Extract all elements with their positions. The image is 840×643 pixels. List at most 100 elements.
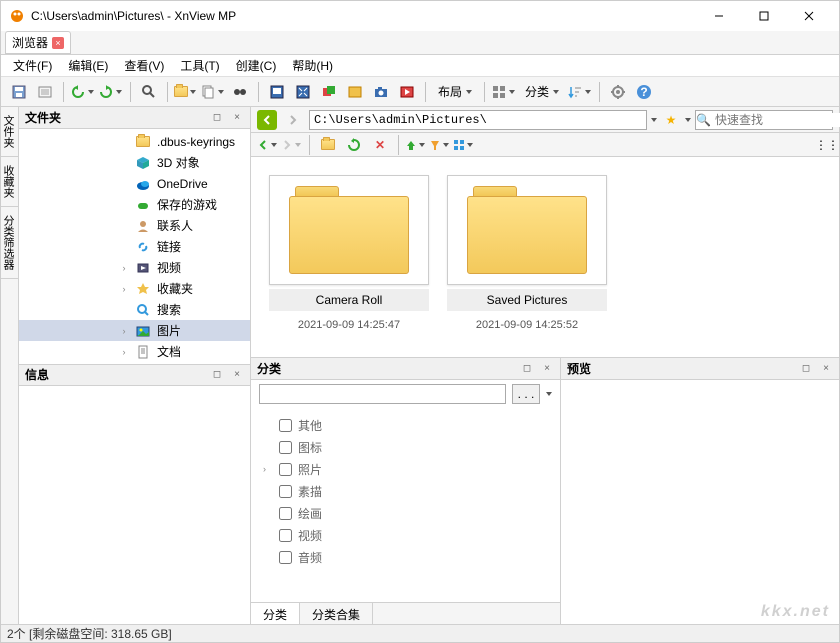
category-item[interactable]: 其他 [263, 414, 548, 436]
fit-window-icon[interactable] [291, 80, 315, 104]
address-dropdown-icon[interactable] [651, 118, 657, 122]
browser-tab[interactable]: 浏览器 × [5, 31, 71, 54]
panel-float-icon[interactable]: ◻ [520, 362, 534, 376]
vtab-category-filter[interactable]: 分类筛选器 [1, 207, 18, 279]
thumbnail-view[interactable]: Camera Roll2021-09-09 14:25:47Saved Pict… [251, 157, 839, 357]
expander-icon[interactable]: › [119, 326, 129, 336]
rotate-right-button[interactable] [98, 80, 124, 104]
thumbnail-item[interactable]: Camera Roll2021-09-09 14:25:47 [269, 175, 429, 335]
thumbnail-view-button[interactable] [453, 133, 475, 157]
slideshow-icon[interactable] [395, 80, 419, 104]
tab-categories[interactable]: 分类 [251, 603, 300, 624]
vtab-filetree[interactable]: 文件夹 [1, 107, 18, 157]
menu-file[interactable]: 文件(F) [5, 55, 60, 76]
nav-up-button[interactable] [405, 133, 427, 157]
expander-icon[interactable]: › [119, 347, 129, 357]
thumbnail-item[interactable]: Saved Pictures2021-09-09 14:25:52 [447, 175, 607, 335]
tab-category-sets[interactable]: 分类合集 [300, 603, 373, 624]
quick-search[interactable]: 🔍 [695, 110, 833, 130]
panel-close-icon[interactable]: × [230, 111, 244, 125]
menu-view[interactable]: 查看(V) [116, 55, 172, 76]
expander-icon[interactable]: › [119, 263, 129, 273]
category-item[interactable]: 绘画 [263, 502, 548, 524]
tree-item[interactable]: 链接 [19, 236, 250, 257]
tree-item[interactable]: ›视频 [19, 257, 250, 278]
categories-dropdown[interactable]: 分类 [519, 80, 565, 104]
menu-help[interactable]: 帮助(H) [284, 55, 341, 76]
svg-text:?: ? [640, 85, 647, 99]
panel-float-icon[interactable]: ◻ [799, 362, 813, 376]
tree-item-label: 保存的游戏 [157, 196, 217, 213]
category-input[interactable] [259, 384, 506, 404]
category-checkbox[interactable] [279, 441, 292, 454]
layout-dropdown[interactable]: 布局 [432, 80, 478, 104]
tag-icon[interactable] [343, 80, 367, 104]
folder-tree[interactable]: .dbus-keyrings3D 对象OneDrive 保存的游戏联系人链接›视频… [19, 129, 250, 364]
tree-item[interactable]: 联系人 [19, 215, 250, 236]
minimize-button[interactable] [696, 2, 741, 30]
tree-item[interactable]: ›收藏夹 [19, 278, 250, 299]
sort-button[interactable] [567, 80, 593, 104]
copy-button[interactable] [200, 80, 226, 104]
expander-icon[interactable]: › [263, 464, 273, 474]
scroll-handle-icon[interactable]: ⋮⋮ [821, 133, 833, 157]
category-item[interactable]: 视频 [263, 524, 548, 546]
tree-item[interactable]: ›图片 [19, 320, 250, 341]
tree-item[interactable]: ›文档 [19, 341, 250, 362]
find-icon[interactable] [137, 80, 161, 104]
expander-icon[interactable]: › [119, 284, 129, 294]
category-item[interactable]: 音频 [263, 546, 548, 568]
refresh-icon[interactable] [342, 133, 366, 157]
panel-close-icon[interactable]: × [540, 362, 554, 376]
category-dropdown-icon[interactable] [546, 392, 552, 396]
tree-item[interactable]: OneDrive [19, 173, 250, 194]
category-checkbox[interactable] [279, 529, 292, 542]
category-more-button[interactable]: . . . [512, 384, 540, 404]
open-folder-button[interactable] [174, 80, 198, 104]
maximize-button[interactable] [741, 2, 786, 30]
panel-float-icon[interactable]: ◻ [210, 111, 224, 125]
settings-icon[interactable] [606, 80, 630, 104]
tree-item[interactable]: 保存的游戏 [19, 194, 250, 215]
category-item[interactable]: ›照片 [263, 458, 548, 480]
category-checkbox[interactable] [279, 485, 292, 498]
tab-close-icon[interactable]: × [52, 37, 64, 49]
nav-back-small[interactable] [257, 133, 279, 157]
fit-screen-icon[interactable] [33, 80, 57, 104]
panel-float-icon[interactable]: ◻ [210, 368, 224, 382]
menu-edit[interactable]: 编辑(E) [60, 55, 116, 76]
category-checkbox[interactable] [279, 419, 292, 432]
panel-close-icon[interactable]: × [819, 362, 833, 376]
category-checkbox[interactable] [279, 551, 292, 564]
search-input[interactable] [711, 113, 840, 127]
binoculars-icon[interactable] [228, 80, 252, 104]
fullscreen-icon[interactable] [265, 80, 289, 104]
category-checkbox[interactable] [279, 463, 292, 476]
category-checkbox[interactable] [279, 507, 292, 520]
favorite-star-icon[interactable]: ★ [661, 110, 681, 130]
batch-convert-icon[interactable] [317, 80, 341, 104]
panel-close-icon[interactable]: × [230, 368, 244, 382]
delete-icon[interactable]: ✕ [368, 133, 392, 157]
help-icon[interactable]: ? [632, 80, 656, 104]
tree-item[interactable]: 搜索 [19, 299, 250, 320]
nav-forward-button[interactable] [281, 108, 305, 132]
tree-item[interactable]: .dbus-keyrings [19, 131, 250, 152]
new-folder-icon[interactable] [316, 133, 340, 157]
menu-create[interactable]: 创建(C) [228, 55, 285, 76]
nav-forward-small[interactable] [281, 133, 303, 157]
vtab-favorites[interactable]: 收藏夹 [1, 157, 18, 207]
filter-button[interactable] [429, 133, 451, 157]
address-input[interactable] [309, 110, 647, 130]
view-mode-button[interactable] [491, 80, 517, 104]
close-button[interactable] [786, 2, 831, 30]
category-item[interactable]: 图标 [263, 436, 548, 458]
save-icon[interactable] [7, 80, 31, 104]
menu-tool[interactable]: 工具(T) [172, 55, 227, 76]
category-item[interactable]: 素描 [263, 480, 548, 502]
nav-back-button[interactable] [257, 110, 277, 130]
camera-icon[interactable] [369, 80, 393, 104]
tree-item[interactable]: 3D 对象 [19, 152, 250, 173]
favorite-dropdown-icon[interactable] [685, 118, 691, 122]
rotate-left-button[interactable] [70, 80, 96, 104]
